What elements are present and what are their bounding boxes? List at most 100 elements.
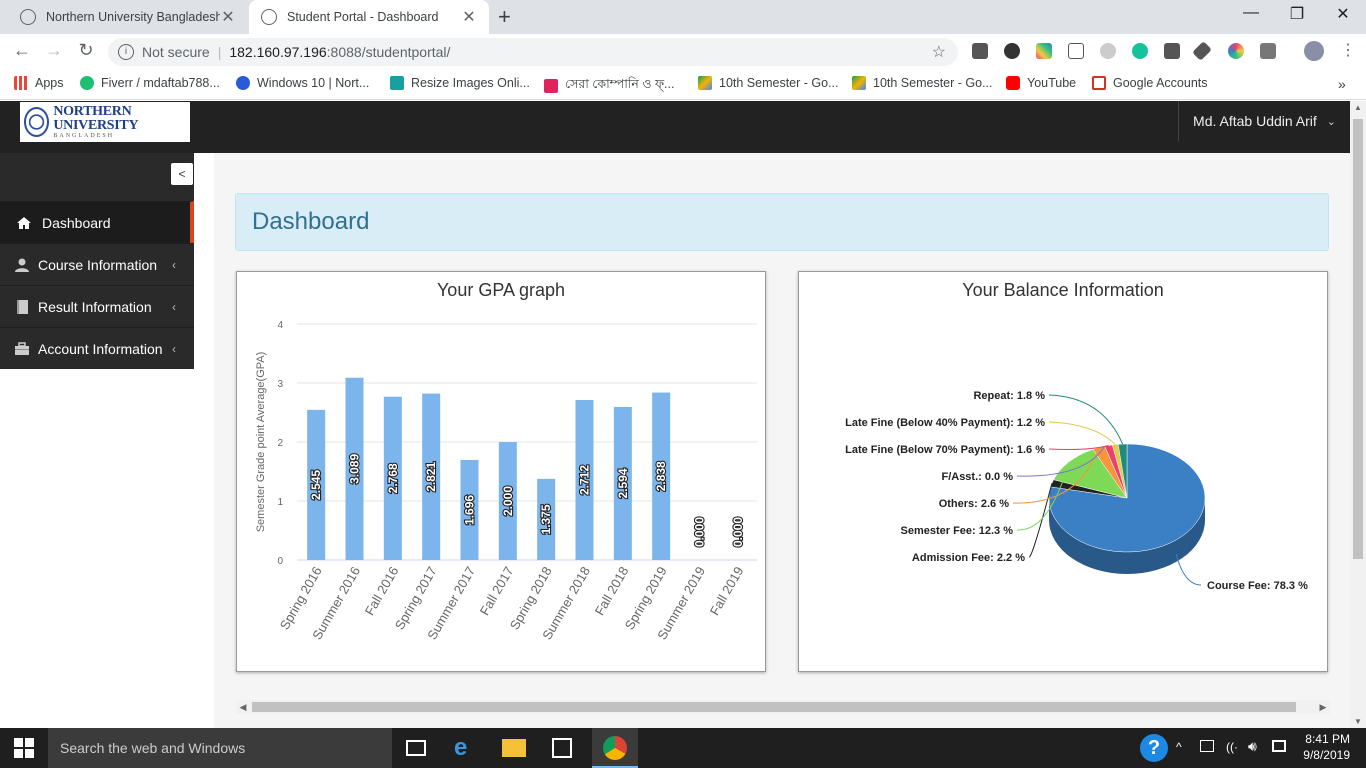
browser-tab-northern-university[interactable]: Northern University Bangladesh ✕	[8, 0, 248, 34]
browser-toolbar: ← → ↻ i Not secure | 182.160.97.196:8088…	[0, 34, 1366, 70]
horizontal-scroll-thumb[interactable]	[252, 702, 1296, 712]
youtube-icon	[1006, 76, 1020, 90]
sidebar-item-account-information[interactable]: Account Information ‹	[0, 327, 194, 369]
briefcase-icon	[15, 341, 29, 355]
bar-value-label: 0.000	[731, 517, 745, 547]
volume-icon[interactable]: 🔊︎	[1248, 738, 1272, 762]
maximize-button[interactable]: ❐	[1274, 4, 1320, 24]
pie-data-label: Semester Fee: 12.3 %	[900, 525, 1013, 537]
y-axis-label: Semester Grade point Average(GPA)	[255, 352, 267, 533]
sidebar-item-label: Account Information	[38, 340, 163, 357]
wifi-icon[interactable]: ((·	[1226, 740, 1250, 764]
extension-icon[interactable]	[1164, 43, 1180, 59]
extension-icon[interactable]	[1036, 43, 1052, 59]
user-menu[interactable]: Md. Aftab Uddin Arif ⌄	[1178, 101, 1350, 141]
extension-icon[interactable]	[972, 43, 988, 59]
site-icon	[236, 76, 250, 90]
sidebar-item-result-information[interactable]: Result Information ‹	[0, 285, 194, 327]
bookmark-apps[interactable]: Apps	[14, 76, 64, 90]
chevron-up-icon[interactable]: ^	[1176, 740, 1200, 764]
scroll-down-icon[interactable]: ▼	[1350, 717, 1366, 726]
chevron-left-icon: ‹	[172, 341, 176, 356]
taskbar-search-input[interactable]: Search the web and Windows	[48, 728, 392, 768]
chrome-taskbar-button[interactable]	[592, 728, 638, 768]
bar-value-label: 2.768	[386, 463, 400, 493]
extension-icon[interactable]	[1068, 43, 1084, 59]
bookmark-label: Apps	[35, 76, 64, 90]
forward-button[interactable]: →	[42, 40, 66, 61]
extension-icon[interactable]	[1100, 43, 1116, 59]
bar-value-label: 2.000	[501, 486, 515, 516]
vertical-scroll-thumb[interactable]	[1353, 119, 1363, 559]
pie-data-label: Late Fine (Below 70% Payment): 1.6 %	[845, 444, 1045, 456]
notifications-icon[interactable]	[1272, 740, 1286, 752]
extension-icon[interactable]	[1004, 43, 1020, 59]
logo-subtitle: BANGLADESH	[53, 133, 115, 139]
sidebar-item-course-information[interactable]: Course Information ‹	[0, 243, 194, 285]
bar-value-label: 2.594	[616, 468, 630, 498]
windows-start-icon[interactable]	[14, 738, 34, 758]
x-tick-label: Fall 2016	[362, 564, 402, 618]
system-clock[interactable]: 8:41 PM 9/8/2019	[1303, 731, 1350, 763]
x-tick-label: Fall 2019	[707, 564, 747, 618]
pie-connector-line	[1048, 394, 1124, 445]
scroll-right-icon[interactable]: ▶	[1316, 700, 1330, 714]
apps-grid-icon	[14, 76, 28, 90]
edge-browser-icon[interactable]: e	[454, 736, 478, 760]
x-tick-label: Fall 2018	[592, 564, 632, 618]
gpa-bar-chart: 0 1 2 3 4 Semester Grade point Average(GPA) 2.…	[255, 320, 757, 642]
balance-pie-chart: Course Fee: 78.3 % Admission Fee: 2.2 % Se…	[845, 390, 1308, 592]
back-button[interactable]: ←	[10, 40, 34, 61]
bookmark-fiverr[interactable]: Fiverr / mdaftab788...	[80, 76, 220, 90]
bookmarks-bar: Apps Fiverr / mdaftab788... Windows 10 |…	[0, 70, 1366, 100]
new-tab-button[interactable]: +	[498, 4, 511, 30]
minimize-button[interactable]: —	[1228, 4, 1274, 22]
info-icon[interactable]: i	[118, 44, 134, 60]
bookmark-drive-1[interactable]: 10th Semester - Go...	[698, 76, 839, 90]
close-window-button[interactable]: ✕	[1320, 4, 1366, 24]
clock-date: 9/8/2019	[1303, 748, 1350, 762]
bookmark-drive-2[interactable]: 10th Semester - Go...	[852, 76, 993, 90]
bookmark-star-icon[interactable]: ☆	[932, 42, 946, 62]
reload-button[interactable]: ↻	[74, 40, 98, 61]
bookmark-google-accounts[interactable]: Google Accounts	[1092, 76, 1208, 90]
browser-tab-student-portal[interactable]: Student Portal - Dashboard ✕	[249, 0, 489, 34]
help-icon[interactable]: ?	[1140, 734, 1168, 762]
university-logo[interactable]: NORTHERN UNIVERSITY BANGLADESH	[20, 102, 190, 142]
shopping-icon	[544, 79, 558, 93]
extension-icon[interactable]	[1228, 43, 1244, 59]
task-view-icon[interactable]	[406, 740, 426, 756]
more-bookmarks-button[interactable]: »	[1338, 76, 1346, 92]
university-seal-icon	[24, 107, 50, 137]
user-name: Md. Aftab Uddin Arif	[1193, 113, 1317, 129]
bookmark-windows10[interactable]: Windows 10 | Nort...	[236, 76, 369, 90]
windows-taskbar: Search the web and Windows e ? ^ ((· 🔊︎ …	[0, 728, 1366, 768]
avatar[interactable]	[1304, 41, 1324, 61]
globe-icon	[261, 9, 277, 25]
pie-data-label: Course Fee: 78.3 %	[1207, 580, 1308, 592]
vertical-scrollbar[interactable]: ▲ ▼	[1350, 101, 1366, 728]
battery-icon[interactable]	[1200, 740, 1214, 752]
camera-icon[interactable]	[1260, 43, 1276, 59]
user-icon	[15, 258, 29, 272]
menu-icon[interactable]: ⋮	[1336, 40, 1360, 60]
sidebar-item-label: Dashboard	[42, 214, 111, 231]
sidebar-item-dashboard[interactable]: Dashboard	[0, 201, 194, 243]
bookmark-bangla-site[interactable]: সেরা কোম্পানি ও ফ্...	[544, 76, 674, 96]
sidebar-collapse-button[interactable]: <	[171, 163, 193, 185]
y-tick-label: 3	[277, 379, 283, 390]
bookmark-resize-images[interactable]: Resize Images Onli...	[390, 76, 530, 90]
grammarly-icon[interactable]	[1132, 43, 1148, 59]
close-tab-icon[interactable]: ✕	[220, 7, 236, 27]
file-explorer-icon[interactable]	[502, 739, 526, 757]
store-icon[interactable]	[552, 738, 572, 758]
bookmark-youtube[interactable]: YouTube	[1006, 76, 1076, 90]
horizontal-scrollbar[interactable]: ◀ ▶	[236, 700, 1330, 714]
extension-icon[interactable]	[1192, 41, 1212, 61]
scroll-left-icon[interactable]: ◀	[236, 700, 250, 714]
close-tab-icon[interactable]: ✕	[461, 7, 477, 27]
scroll-up-icon[interactable]: ▲	[1350, 103, 1366, 112]
pie-data-label: Admission Fee: 2.2 %	[912, 552, 1025, 564]
bookmark-label: সেরা কোম্পানি ও ফ্...	[565, 77, 675, 91]
address-bar[interactable]: i Not secure | 182.160.97.196:8088/stude…	[108, 38, 958, 66]
